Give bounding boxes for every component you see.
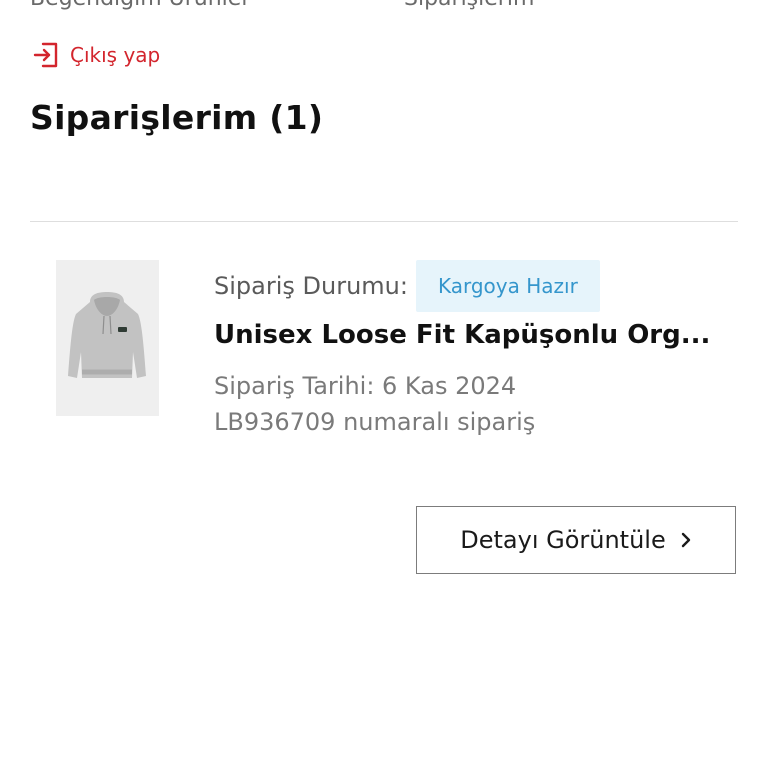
order-number: LB936709 numaralı sipariş	[214, 408, 536, 436]
product-name[interactable]: Unisex Loose Fit Kapüşonlu Org...	[214, 320, 724, 350]
order-status-row: Sipariş Durumu: Kargoya Hazır	[214, 260, 738, 312]
product-image[interactable]	[56, 260, 159, 416]
page-title: Siparişlerim (1)	[30, 98, 324, 137]
order-info: Sipariş Durumu: Kargoya Hazır Unisex Loo…	[214, 260, 738, 436]
order-date: Sipariş Tarihi: 6 Kas 2024	[214, 372, 517, 400]
view-details-label: Detayı Görüntüle	[460, 526, 666, 554]
hoodie-illustration	[68, 292, 146, 378]
favorites-link[interactable]: Beğendiğim Ürünler	[30, 0, 250, 11]
logout-link[interactable]: Çıkış yap	[32, 42, 160, 68]
order-status-label: Sipariş Durumu:	[214, 272, 408, 300]
divider	[30, 221, 738, 222]
chevron-right-icon	[680, 531, 692, 549]
logout-label: Çıkış yap	[70, 43, 161, 67]
account-menu-links: Beğendiğim Ürünler Siparişlerim	[30, 0, 738, 11]
logout-icon	[32, 42, 60, 68]
view-details-button[interactable]: Detayı Görüntüle	[416, 506, 736, 574]
order-card: Sipariş Durumu: Kargoya Hazır Unisex Loo…	[56, 260, 738, 460]
orders-link[interactable]: Siparişlerim	[404, 0, 534, 11]
status-badge: Kargoya Hazır	[415, 260, 600, 312]
